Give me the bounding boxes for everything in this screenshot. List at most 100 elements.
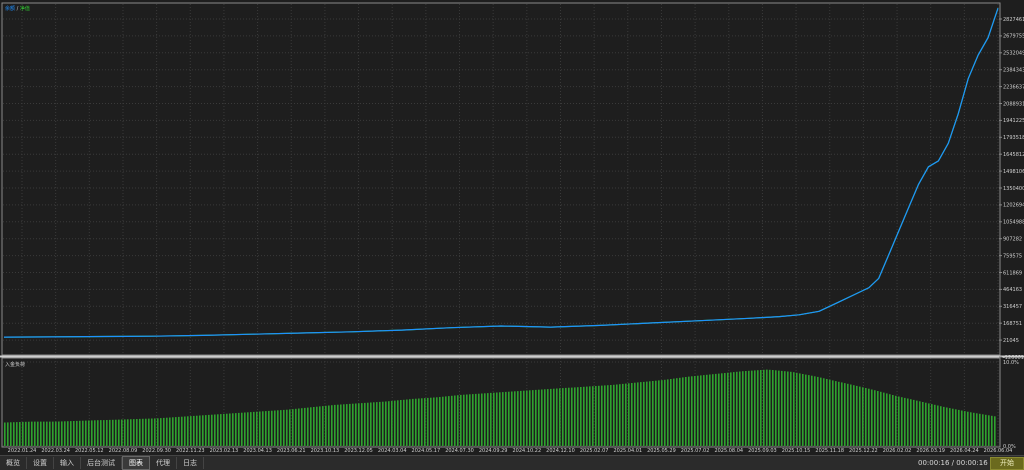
date-tick-label: 2024.09.29	[479, 448, 508, 454]
start-button[interactable]: 开始	[990, 457, 1024, 470]
deposit-load-bar	[493, 392, 495, 446]
deposit-load-bar	[391, 400, 393, 446]
chart-background	[0, 0, 1024, 455]
tab-0[interactable]: 概览	[0, 457, 27, 469]
deposit-load-bar	[10, 422, 12, 446]
deposit-load-bar	[310, 407, 312, 446]
deposit-load-bar	[511, 391, 513, 446]
deposit-load-bar	[439, 397, 441, 446]
y-tick-label: 21045	[1003, 338, 1019, 344]
elapsed-timer: 00:00:16 / 00:00:16	[918, 459, 988, 467]
tab-3[interactable]: 后台测试	[81, 457, 122, 469]
y-tick-label: 1202694	[1003, 203, 1024, 209]
deposit-load-bar	[901, 397, 903, 446]
tab-2[interactable]: 输入	[54, 457, 81, 469]
date-tick-label: 2026.02.02	[883, 448, 912, 454]
deposit-load-bar	[790, 371, 792, 446]
deposit-load-bar	[46, 421, 48, 446]
deposit-load-bar	[127, 419, 129, 446]
date-tick-label: 2022.03.24	[41, 448, 70, 454]
deposit-load-bar	[634, 382, 636, 446]
deposit-load-bar	[43, 421, 45, 446]
y-tick-label: 2679755	[1003, 34, 1024, 40]
deposit-load-bar	[754, 370, 756, 446]
deposit-load-bar	[4, 422, 6, 446]
deposit-load-bar	[229, 413, 231, 446]
deposit-load-bar	[523, 390, 525, 446]
deposit-load-bar	[220, 414, 222, 446]
deposit-load-bar	[880, 391, 882, 446]
date-tick-label: 2026.03.19	[916, 448, 945, 454]
y-tick-label: 1054988	[1003, 220, 1024, 226]
deposit-load-bar	[376, 402, 378, 446]
deposit-load-bar	[478, 393, 480, 446]
deposit-load-bar	[139, 418, 141, 446]
y-tick-label: 2088931	[1003, 101, 1024, 107]
deposit-load-bar	[463, 394, 465, 446]
deposit-load-bar	[835, 381, 837, 446]
deposit-load-bar	[544, 389, 546, 446]
deposit-load-bar	[604, 385, 606, 446]
deposit-load-bar	[223, 413, 225, 446]
deposit-load-bar	[709, 374, 711, 446]
deposit-load-bar	[190, 416, 192, 446]
deposit-load-bar	[73, 421, 75, 446]
date-tick-label: 2025.11.18	[815, 448, 844, 454]
y-tick-label: 759575	[1003, 253, 1022, 259]
deposit-load-bar	[277, 410, 279, 446]
deposit-load-bar	[451, 395, 453, 446]
tab-5[interactable]: 代理	[150, 457, 177, 469]
date-tick-label: 2022.01.24	[8, 448, 37, 454]
deposit-load-bar	[397, 400, 399, 446]
deposit-load-bar	[571, 387, 573, 446]
date-tick-label: 2026.06.04	[984, 448, 1013, 454]
deposit-load-bar	[379, 401, 381, 446]
deposit-load-bar	[421, 398, 423, 446]
deposit-load-bar	[772, 370, 774, 446]
deposit-load-bar	[598, 385, 600, 446]
deposit-load-bar	[121, 419, 123, 446]
deposit-load-bar	[337, 404, 339, 446]
deposit-load-bar	[841, 382, 843, 446]
deposit-load-bar	[553, 388, 555, 446]
deposit-load-bar	[763, 369, 765, 446]
deposit-load-bar	[517, 391, 519, 446]
deposit-load-bar	[487, 393, 489, 446]
deposit-load-bar	[934, 404, 936, 446]
deposit-load-bar	[67, 421, 69, 446]
deposit-load-bar	[652, 381, 654, 446]
bottom-toolbar: 概览 设置 输入 后台测试 图表 代理 日志 00:00:16 / 00:00:16 开始	[0, 455, 1024, 470]
deposit-load-bar	[670, 379, 672, 446]
deposit-load-bar	[133, 419, 135, 446]
deposit-load-bar	[403, 399, 405, 446]
deposit-load-bar	[871, 389, 873, 446]
deposit-load-bar	[742, 371, 744, 446]
deposit-load-bar	[76, 420, 78, 446]
tab-1[interactable]: 设置	[27, 457, 54, 469]
deposit-load-bar	[484, 393, 486, 446]
deposit-load-bar	[172, 417, 174, 446]
deposit-load-bar	[739, 371, 741, 446]
deposit-load-bar	[538, 389, 540, 446]
deposit-load-bar	[256, 411, 258, 446]
deposit-load-bar	[787, 371, 789, 446]
deposit-load-bar	[166, 417, 168, 446]
deposit-load-bar	[820, 377, 822, 446]
deposit-load-bar	[937, 405, 939, 446]
tab-6[interactable]: 日志	[177, 457, 204, 469]
deposit-load-bar	[454, 395, 456, 446]
deposit-load-bar	[199, 415, 201, 446]
deposit-load-bar	[649, 381, 651, 446]
deposit-load-bar	[736, 371, 738, 446]
deposit-load-bar	[625, 383, 627, 446]
deposit-load-bar	[346, 404, 348, 446]
date-tick-label: 2022.05.12	[75, 448, 104, 454]
deposit-load-bar	[889, 394, 891, 446]
tab-4[interactable]: 图表	[122, 456, 150, 470]
date-tick-label: 2024.12.10	[546, 448, 575, 454]
deposit-load-bar	[622, 383, 624, 446]
deposit-load-bar	[769, 369, 771, 446]
deposit-load-bar	[580, 387, 582, 446]
deposit-load-bar	[244, 412, 246, 446]
deposit-load-bar	[16, 422, 18, 446]
